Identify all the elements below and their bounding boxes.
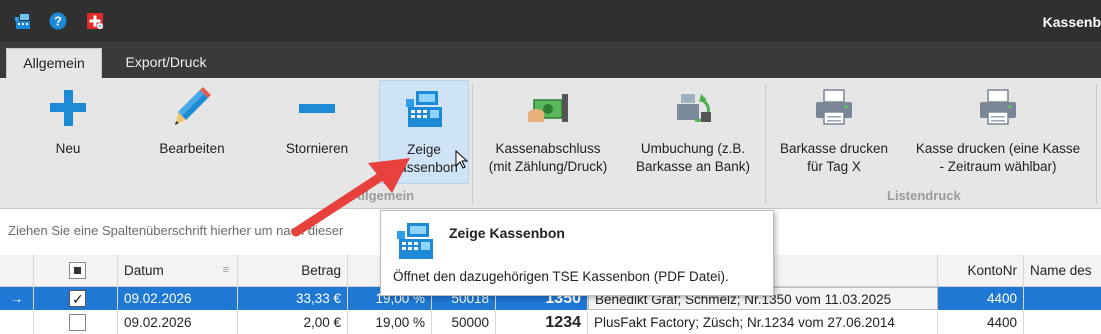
group-label-listendruck: Listendruck [887, 188, 961, 203]
cell-text: PlusFakt Factory; Züsch; Nr.1234 vom 27.… [588, 311, 938, 334]
title-bar: ? Kassenb [0, 0, 1101, 42]
neu-button[interactable]: Neu [28, 80, 108, 184]
row-checkbox[interactable]: ✓ [69, 290, 86, 307]
barkasse-drucken-button[interactable]: Barkasse drucken für Tag X [772, 80, 896, 184]
cell-name [1024, 311, 1101, 334]
cell-name [1024, 287, 1101, 310]
group-separator [1096, 84, 1097, 204]
umbuchung-button[interactable]: Umbuchung (z.B. Barkasse an Bank) [626, 80, 760, 184]
help-icon[interactable]: ? [49, 12, 67, 30]
cell-kontonr: 4400 [938, 287, 1024, 310]
cell-betrag: 2,00 € [238, 311, 348, 334]
bearbeiten-label: Bearbeiten [159, 141, 225, 156]
swiss-flag-icon[interactable] [86, 12, 104, 30]
kassenabschluss-button[interactable]: Kassenabschluss (mit Zählung/Druck) [478, 80, 618, 184]
cash-register-icon [402, 87, 446, 131]
kassenabschluss-label: Kassenabschluss (mit Zählung/Druck) [488, 141, 608, 174]
row-indicator [0, 311, 34, 334]
window-title: Kassenb [1042, 14, 1101, 30]
pencil-icon [170, 86, 214, 130]
bearbeiten-button[interactable]: Bearbeiten [142, 80, 242, 184]
cell-nr: 1234 [496, 311, 588, 334]
row-checkbox[interactable] [69, 314, 86, 331]
row-indicator-header [0, 255, 34, 286]
filter-icon[interactable]: ≡ [223, 255, 229, 286]
cell-betrag: 33,33 € [238, 287, 348, 310]
mouse-cursor-icon [455, 150, 469, 169]
row-checkbox-cell[interactable]: ✓ [34, 287, 118, 310]
select-all-checkbox[interactable] [69, 262, 86, 279]
stornieren-label: Stornieren [285, 141, 349, 156]
column-header-betrag[interactable]: Betrag [238, 255, 348, 286]
printer-icon [812, 86, 856, 130]
cash-register-icon [393, 219, 437, 263]
tooltip-title: Zeige Kassenbon [449, 225, 565, 241]
cell-mwst: 19,00 % [348, 311, 432, 334]
barkasse-drucken-label: Barkasse drucken für Tag X [779, 141, 889, 174]
tooltip-text: Öffnet den dazugehörigen TSE Kassenbon (… [393, 269, 729, 284]
cell-konto: 50000 [432, 311, 496, 334]
kasse-drucken-label: Kasse drucken (eine Kasse - Zeitraum wäh… [915, 141, 1081, 174]
column-header-datum[interactable]: Datum ≡ [118, 255, 238, 286]
group-separator [472, 84, 473, 204]
ribbon-tab-bar: Allgemein Export/Druck [0, 42, 1101, 78]
column-header-name[interactable]: Name des [1024, 255, 1101, 286]
row-checkbox-cell[interactable] [34, 311, 118, 334]
table-row[interactable]: 09.02.2026 2,00 € 19,00 % 50000 1234 Plu… [0, 311, 1101, 334]
column-header-kontonr[interactable]: KontoNr [938, 255, 1024, 286]
minus-icon [295, 86, 339, 130]
plus-icon [46, 86, 90, 130]
tooltip: Zeige Kassenbon Öffnet den dazugehörigen… [380, 210, 774, 296]
umbuchung-label: Umbuchung (z.B. Barkasse an Bank) [635, 141, 751, 174]
neu-label: Neu [55, 141, 81, 156]
kasse-drucken-button[interactable]: Kasse drucken (eine Kasse - Zeitraum wäh… [904, 80, 1092, 184]
cell-datum: 09.02.2026 [118, 311, 238, 334]
printer-icon [976, 86, 1020, 130]
group-by-hint: Ziehen Sie eine Spaltenüberschrift hierh… [8, 223, 344, 238]
cashregister-icon[interactable] [14, 12, 32, 30]
current-row-arrow-icon: → [0, 287, 34, 310]
ribbon: Neu Bearbeiten Stornieren Zeige Kassenbo… [0, 78, 1101, 209]
cell-datum: 09.02.2026 [118, 287, 238, 310]
cell-kontonr: 4400 [938, 311, 1024, 334]
group-label-allgemein: Allgemein [352, 188, 415, 203]
stornieren-button[interactable]: Stornieren [272, 80, 362, 184]
tab-allgemein[interactable]: Allgemein [6, 48, 102, 78]
svg-text:?: ? [54, 14, 62, 29]
register-transfer-icon [671, 86, 715, 130]
money-hand-icon [526, 86, 570, 130]
select-all-header[interactable] [34, 255, 118, 286]
tab-export-druck[interactable]: Export/Druck [110, 48, 222, 78]
group-separator [765, 84, 766, 204]
